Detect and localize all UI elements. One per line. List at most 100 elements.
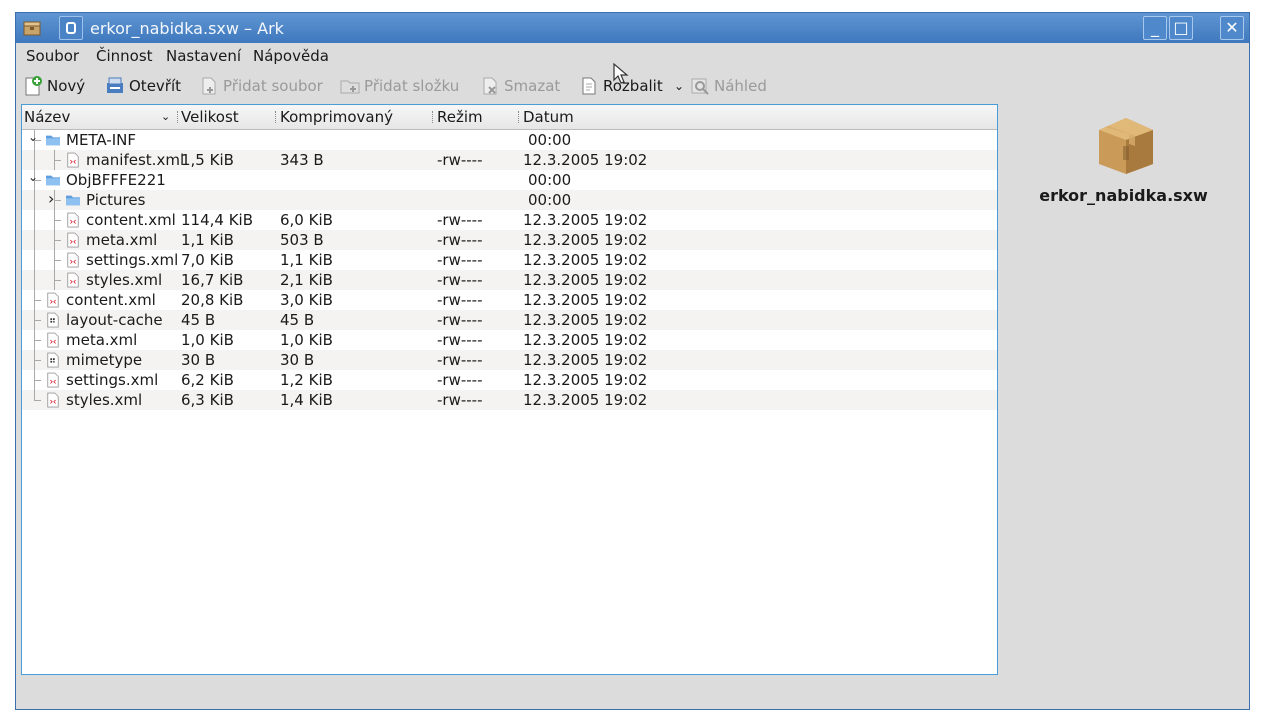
file-mode: -rw---- bbox=[437, 291, 483, 309]
column-separator[interactable] bbox=[518, 111, 521, 123]
file-name: meta.xml bbox=[86, 231, 158, 249]
file-compressed: 1,2 KiB bbox=[280, 371, 333, 389]
close-button[interactable]: ✕ bbox=[1220, 16, 1244, 40]
tree-guide bbox=[34, 250, 35, 270]
delete-label: Smazat bbox=[504, 77, 561, 95]
file-compressed: 503 B bbox=[280, 231, 324, 249]
table-row[interactable]: settings.xml 7,0 KiB 1,1 KiB -rw---- 12.3.20… bbox=[22, 250, 997, 270]
xml-file-icon bbox=[47, 372, 59, 388]
maximize-button[interactable]: □ bbox=[1169, 16, 1193, 40]
menu-nastaveni[interactable]: Nastavení bbox=[166, 47, 241, 65]
minimize-button[interactable]: _ bbox=[1143, 16, 1167, 40]
sort-chevron-icon[interactable]: ⌄ bbox=[161, 110, 170, 123]
table-row[interactable]: styles.xml 16,7 KiB 2,1 KiB -rw---- 12.3.200… bbox=[22, 270, 997, 290]
file-compressed: 30 B bbox=[280, 351, 315, 369]
table-row[interactable]: ⌄ ObjBFFFE221 00:00 bbox=[22, 170, 997, 190]
expand-chevron-icon[interactable]: ⌄ bbox=[28, 130, 38, 144]
tree-guide bbox=[34, 210, 35, 230]
column-header: Název ⌄ Velikost Komprimovaný Režim Datu… bbox=[22, 105, 997, 130]
file-mode: -rw---- bbox=[437, 271, 483, 289]
table-row[interactable]: ⌄ META-INF 00:00 bbox=[22, 130, 997, 150]
file-rows: ⌄ META-INF 00:00 manifest.xml 1,5 KiB 343 B -r… bbox=[22, 130, 997, 410]
window-menu-button[interactable] bbox=[59, 16, 83, 40]
file-mode: -rw---- bbox=[437, 231, 483, 249]
tree-guide bbox=[54, 250, 55, 270]
file-mode: -rw---- bbox=[437, 251, 483, 269]
xml-file-icon bbox=[67, 152, 79, 168]
open-button[interactable]: Otevřít bbox=[105, 73, 181, 99]
preview-button[interactable]: Náhled bbox=[690, 73, 767, 99]
tree-guide bbox=[34, 290, 35, 310]
extract-icon bbox=[579, 76, 599, 96]
app-icon[interactable] bbox=[22, 18, 42, 38]
collapse-chevron-icon[interactable]: › bbox=[48, 189, 54, 208]
archive-file-list[interactable]: Název ⌄ Velikost Komprimovaný Režim Datu… bbox=[21, 104, 998, 675]
folder-icon bbox=[46, 175, 60, 186]
column-compressed[interactable]: Komprimovaný bbox=[280, 108, 393, 126]
table-row[interactable]: content.xml 20,8 KiB 3,0 KiB -rw---- 12.3.20… bbox=[22, 290, 997, 310]
file-mode: -rw---- bbox=[437, 311, 483, 329]
column-size[interactable]: Velikost bbox=[181, 108, 239, 126]
table-row[interactable]: meta.xml 1,0 KiB 1,0 KiB -rw---- 12.3.2005 1… bbox=[22, 330, 997, 350]
column-separator[interactable] bbox=[177, 111, 180, 123]
new-button[interactable]: Nový bbox=[23, 73, 85, 99]
file-mode: -rw---- bbox=[437, 151, 483, 169]
add-folder-label: Přidat složku bbox=[364, 77, 460, 95]
tree-guide bbox=[34, 380, 41, 381]
info-panel: erkor_nabidka.sxw bbox=[1001, 104, 1246, 675]
file-date: 12.3.2005 19:02 bbox=[523, 271, 648, 289]
column-separator[interactable] bbox=[432, 111, 435, 123]
table-row[interactable]: layout-cache 45 B 45 B -rw---- 12.3.2005 19:… bbox=[22, 310, 997, 330]
extract-dropdown[interactable]: ⌄ bbox=[674, 73, 684, 99]
status-bar bbox=[16, 681, 1249, 709]
add-folder-button[interactable]: Přidat složku bbox=[340, 73, 459, 99]
column-separator[interactable] bbox=[275, 111, 278, 123]
tree-guide bbox=[34, 300, 41, 301]
binary-file-icon bbox=[47, 352, 59, 368]
delete-icon bbox=[480, 76, 500, 96]
table-row[interactable]: styles.xml 6,3 KiB 1,4 KiB -rw---- 12.3.2005… bbox=[22, 390, 997, 410]
title-bar[interactable]: erkor_nabidka.sxw – Ark _ □ ✕ bbox=[16, 13, 1249, 43]
add-file-button[interactable]: Přidat soubor bbox=[199, 73, 323, 99]
file-date: 12.3.2005 19:02 bbox=[523, 211, 648, 229]
delete-button[interactable]: Smazat bbox=[480, 73, 560, 99]
file-date: 12.3.2005 19:02 bbox=[523, 371, 648, 389]
column-name[interactable]: Název bbox=[24, 108, 70, 126]
table-row[interactable]: content.xml 114,4 KiB 6,0 KiB -rw---- 12.3.2… bbox=[22, 210, 997, 230]
tree-guide bbox=[34, 390, 35, 400]
file-date: 00:00 bbox=[528, 131, 572, 149]
archive-box-icon bbox=[1099, 118, 1153, 174]
binary-file-icon bbox=[47, 312, 59, 328]
table-row[interactable]: › Pictures 00:00 bbox=[22, 189, 997, 210]
ark-window: erkor_nabidka.sxw – Ark _ □ ✕ Soubor Čin… bbox=[15, 12, 1250, 710]
expand-chevron-icon[interactable]: ⌄ bbox=[28, 170, 38, 184]
menu-soubor[interactable]: Soubor bbox=[26, 47, 79, 65]
file-name: content.xml bbox=[86, 211, 176, 229]
file-size: 30 B bbox=[181, 351, 216, 369]
column-mode[interactable]: Režim bbox=[437, 108, 483, 126]
tree-guide bbox=[34, 330, 35, 350]
table-row[interactable]: mimetype 30 B 30 B -rw---- 12.3.2005 19:02 bbox=[22, 350, 997, 370]
file-size: 16,7 KiB bbox=[181, 271, 244, 289]
file-name: meta.xml bbox=[66, 331, 138, 349]
tree-guide bbox=[54, 260, 61, 261]
menu-cinnost[interactable]: Činnost bbox=[96, 47, 153, 65]
menu-napoveda[interactable]: Nápověda bbox=[253, 47, 329, 65]
open-label: Otevřít bbox=[129, 77, 182, 95]
xml-file-icon bbox=[47, 392, 59, 408]
xml-file-icon bbox=[47, 332, 59, 348]
tree-guide bbox=[54, 230, 55, 250]
add-file-label: Přidat soubor bbox=[223, 77, 323, 95]
table-row[interactable]: meta.xml 1,1 KiB 503 B -rw---- 12.3.2005 19:… bbox=[22, 230, 997, 250]
table-row[interactable]: settings.xml 6,2 KiB 1,2 KiB -rw---- 12.3.20… bbox=[22, 370, 997, 390]
tree-guide bbox=[34, 310, 35, 330]
tree-guide bbox=[54, 220, 61, 221]
file-name: META-INF bbox=[66, 131, 137, 149]
column-date[interactable]: Datum bbox=[523, 108, 574, 126]
chevron-down-icon: ⌄ bbox=[674, 79, 685, 93]
file-name: mimetype bbox=[66, 351, 143, 369]
tree-guide bbox=[34, 360, 41, 361]
file-size: 1,1 KiB bbox=[181, 231, 234, 249]
file-compressed: 3,0 KiB bbox=[280, 291, 333, 309]
table-row[interactable]: manifest.xml 1,5 KiB 343 B -rw---- 12.3.2005… bbox=[22, 150, 997, 170]
